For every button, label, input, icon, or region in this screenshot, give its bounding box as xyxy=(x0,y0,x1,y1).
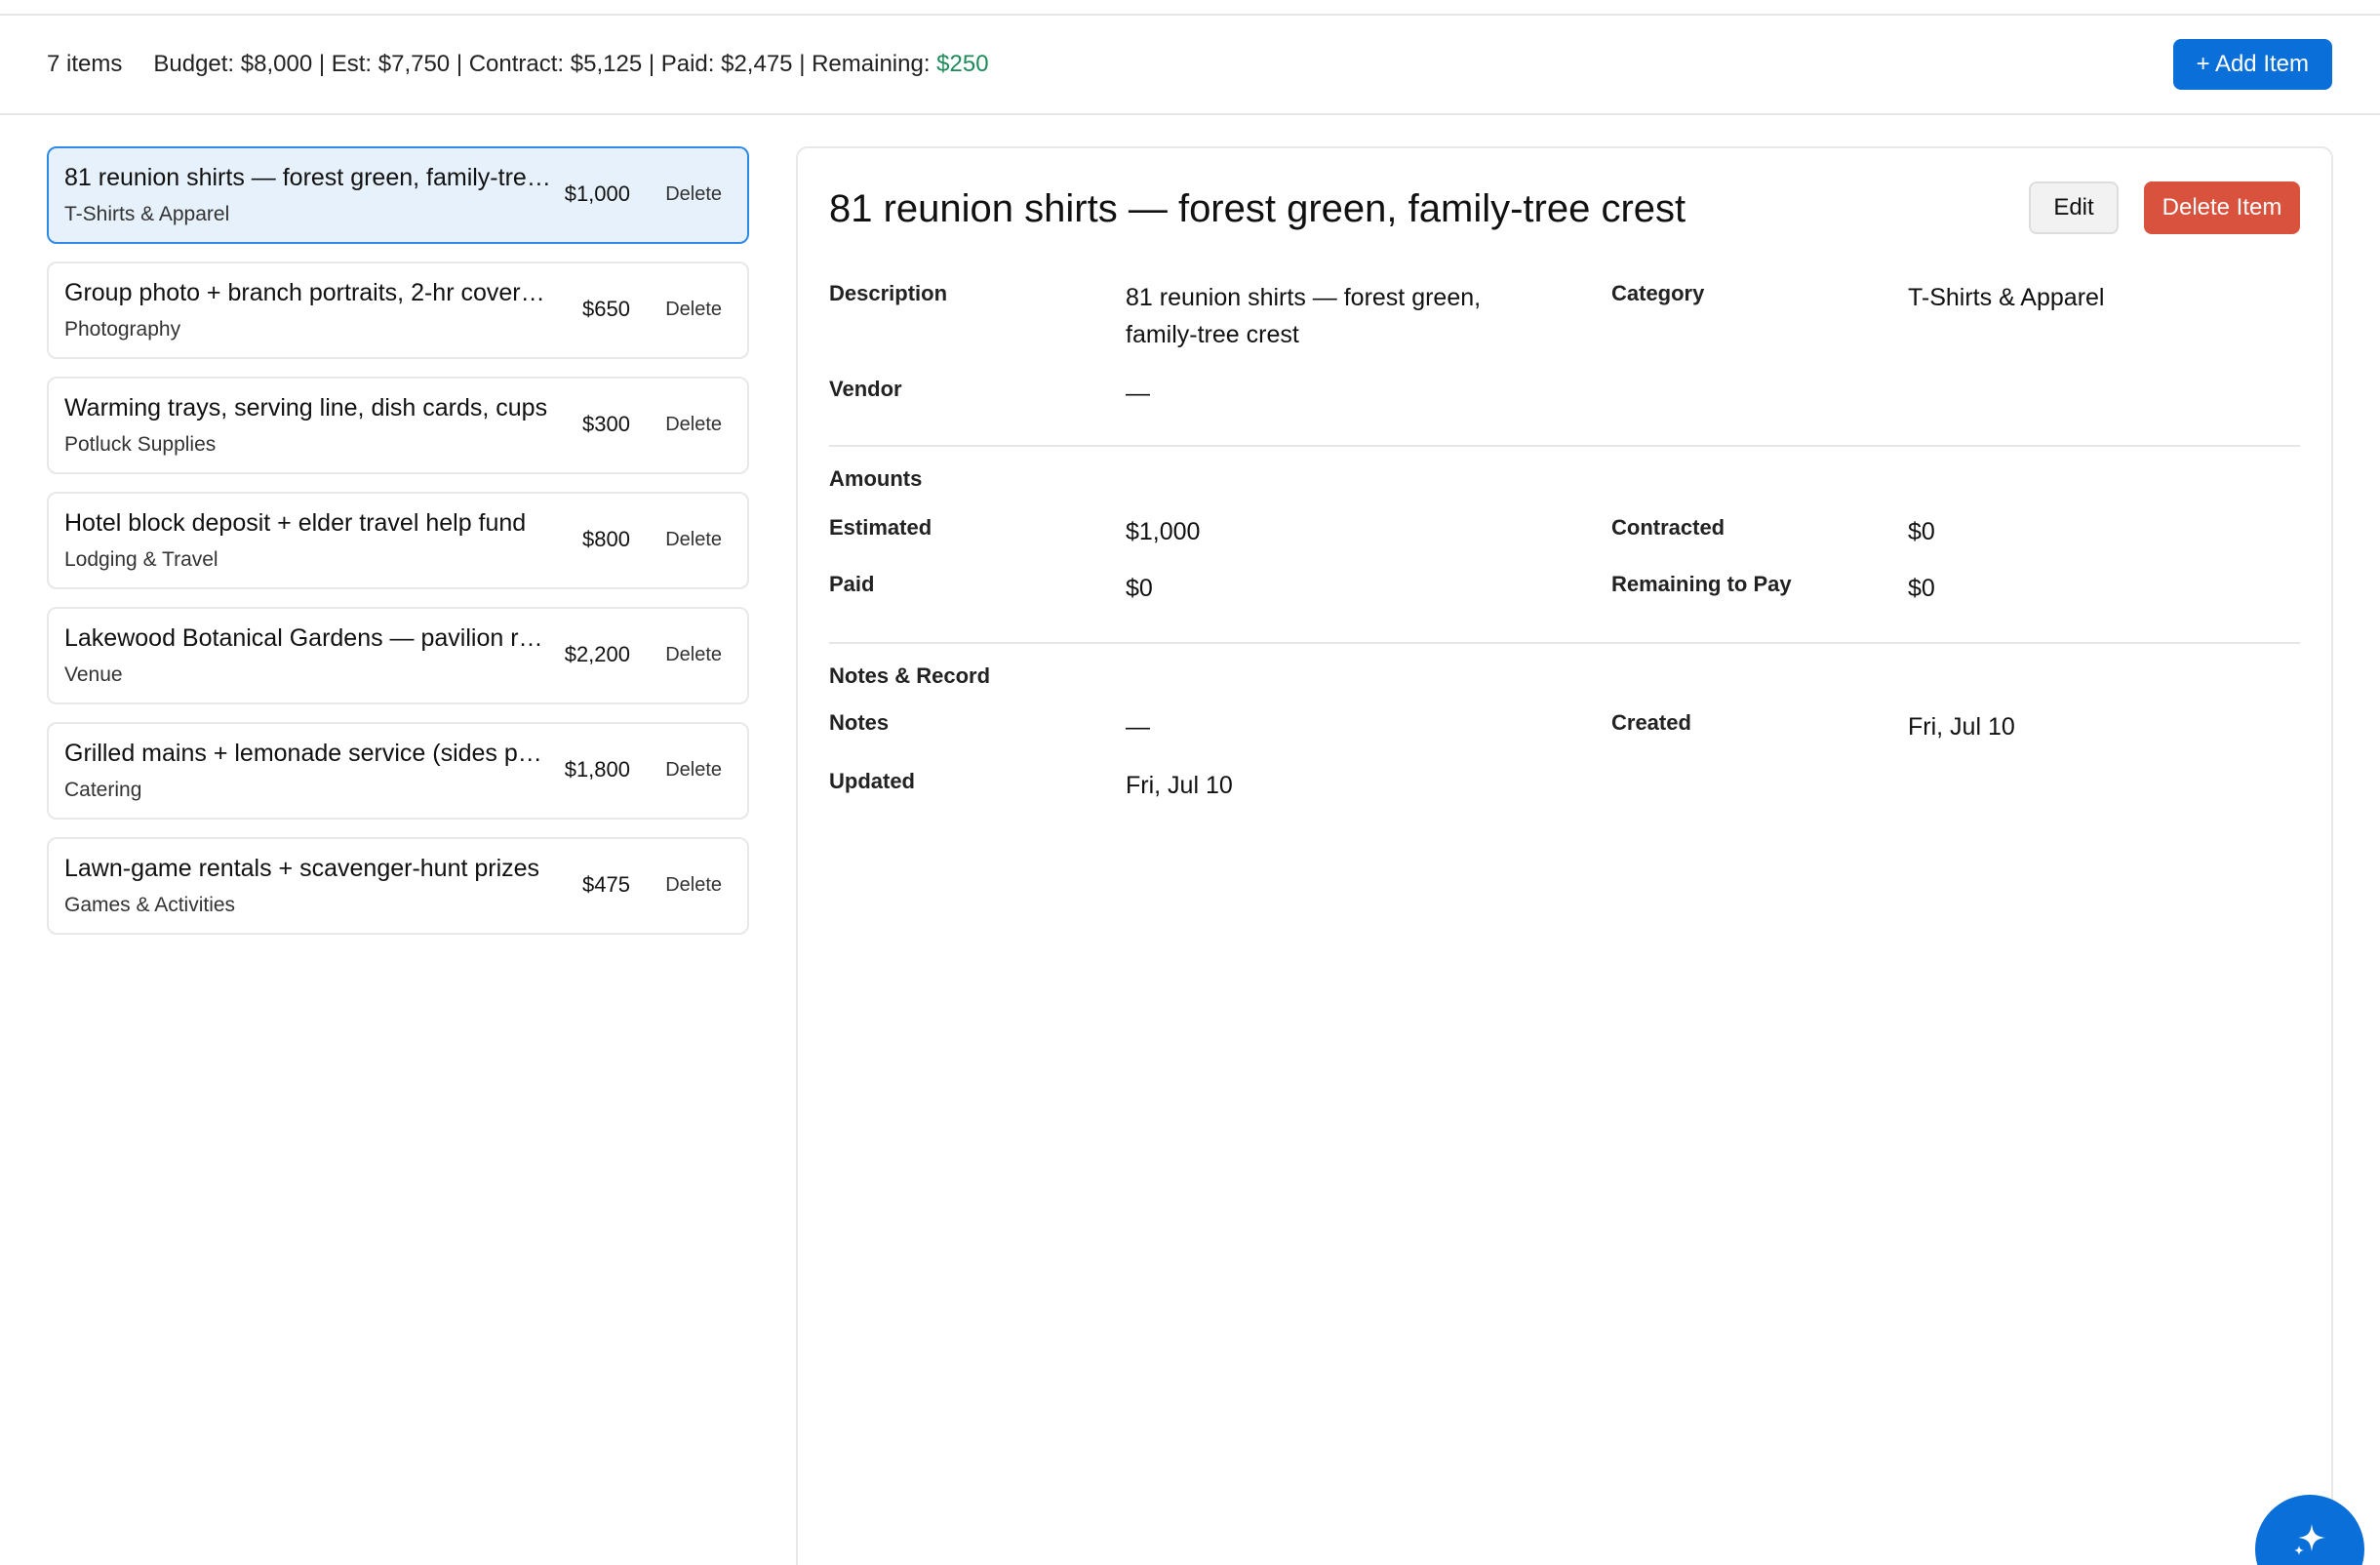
item-amount: $2,200 xyxy=(564,642,630,666)
delete-item-button[interactable]: Delete Item xyxy=(2144,181,2300,234)
add-item-button[interactable]: + Add Item xyxy=(2172,39,2332,90)
description-label: Description xyxy=(829,281,948,305)
item-amount: $650 xyxy=(582,297,630,321)
item-title: Grilled mains + lemonade service (sides … xyxy=(64,740,552,767)
created-label: Created xyxy=(1611,710,1691,735)
created-value: Fri, Jul 10 xyxy=(1908,713,2015,741)
item-amount: $1,800 xyxy=(564,757,630,782)
vendor-value: — xyxy=(1126,380,1150,407)
sparkle-icon xyxy=(2290,1520,2329,1562)
estimated-value: $1,000 xyxy=(1126,518,1201,545)
notes-value: — xyxy=(1126,713,1150,741)
description-value: 81 reunion shirts — forest green, family… xyxy=(1126,279,1481,353)
budget-summary: Budget: $8,000 | Est: $7,750 | Contract:… xyxy=(153,51,988,78)
item-title: Warming trays, serving line, dish cards,… xyxy=(64,394,548,421)
description-line: family-tree crest xyxy=(1126,321,1299,348)
item-title: Hotel block deposit + elder travel help … xyxy=(64,509,527,537)
edit-button[interactable]: Edit xyxy=(2029,181,2119,234)
category-value: T-Shirts & Apparel xyxy=(1908,284,2105,311)
item-amount: $800 xyxy=(582,527,630,551)
item-category: Games & Activities xyxy=(64,894,236,916)
estimated-label: Estimated xyxy=(829,515,932,540)
item-category: T-Shirts & Apparel xyxy=(64,203,230,225)
budget-summary-text: Budget: $8,000 | Est: $7,750 | Contract:… xyxy=(153,51,937,77)
list-item[interactable]: Hotel block deposit + elder travel help … xyxy=(47,492,749,589)
item-category: Catering xyxy=(64,779,142,801)
amounts-section-title: Amounts xyxy=(829,466,923,491)
item-list: 81 reunion shirts — forest green, family… xyxy=(47,146,749,952)
paid-value: $0 xyxy=(1126,575,1153,602)
item-count: 7 items xyxy=(47,51,123,77)
updated-label: Updated xyxy=(829,769,915,793)
item-category: Photography xyxy=(64,318,181,341)
item-amount: $475 xyxy=(582,872,630,897)
delete-item-link[interactable]: Delete xyxy=(665,529,722,551)
item-title: Lawn-game rentals + scavenger-hunt prize… xyxy=(64,855,540,882)
item-detail-panel: 81 reunion shirts — forest green, family… xyxy=(796,146,2333,1565)
item-title: Lakewood Botanical Gardens — pavilion re… xyxy=(64,624,552,652)
list-item[interactable]: Group photo + branch portraits, 2-hr cov… xyxy=(47,261,749,359)
contracted-value: $0 xyxy=(1908,518,1935,545)
notes-label: Notes xyxy=(829,710,890,735)
item-category: Venue xyxy=(64,663,123,686)
item-category: Lodging & Travel xyxy=(64,548,218,571)
list-item[interactable]: Warming trays, serving line, dish cards,… xyxy=(47,377,749,474)
delete-item-link[interactable]: Delete xyxy=(665,183,722,206)
detail-title: 81 reunion shirts — forest green, family… xyxy=(829,187,1686,230)
item-title: Group photo + branch portraits, 2-hr cov… xyxy=(64,279,552,306)
description-line: 81 reunion shirts — forest green, xyxy=(1126,284,1482,311)
contracted-label: Contracted xyxy=(1611,515,1726,540)
page: 7 items Budget: $8,000 | Est: $7,750 | C… xyxy=(0,0,2380,1565)
summary-toolbar: 7 items Budget: $8,000 | Est: $7,750 | C… xyxy=(0,16,2380,115)
delete-item-link[interactable]: Delete xyxy=(665,299,722,321)
remaining-value: $0 xyxy=(1908,575,1935,602)
delete-item-link[interactable]: Delete xyxy=(665,759,722,782)
delete-item-link[interactable]: Delete xyxy=(665,874,722,897)
delete-item-link[interactable]: Delete xyxy=(665,414,722,436)
remaining-amount: $250 xyxy=(936,51,989,77)
section-divider xyxy=(829,642,2300,644)
item-amount: $300 xyxy=(582,412,630,436)
paid-label: Paid xyxy=(829,572,875,596)
item-category: Potluck Supplies xyxy=(64,433,217,456)
updated-value: Fri, Jul 10 xyxy=(1126,772,1233,799)
notes-section-title: Notes & Record xyxy=(829,663,991,688)
delete-item-link[interactable]: Delete xyxy=(665,644,722,666)
list-item[interactable]: Grilled mains + lemonade service (sides … xyxy=(47,722,749,820)
item-title: 81 reunion shirts — forest green, family… xyxy=(64,164,552,191)
category-label: Category xyxy=(1611,281,1705,305)
list-item[interactable]: 81 reunion shirts — forest green, family… xyxy=(47,146,749,244)
vendor-label: Vendor xyxy=(829,377,902,401)
list-item[interactable]: Lakewood Botanical Gardens — pavilion re… xyxy=(47,607,749,704)
list-item[interactable]: Lawn-game rentals + scavenger-hunt prize… xyxy=(47,837,749,935)
item-amount: $1,000 xyxy=(564,181,630,206)
section-divider xyxy=(829,445,2300,447)
remaining-label: Remaining to Pay xyxy=(1611,572,1792,596)
